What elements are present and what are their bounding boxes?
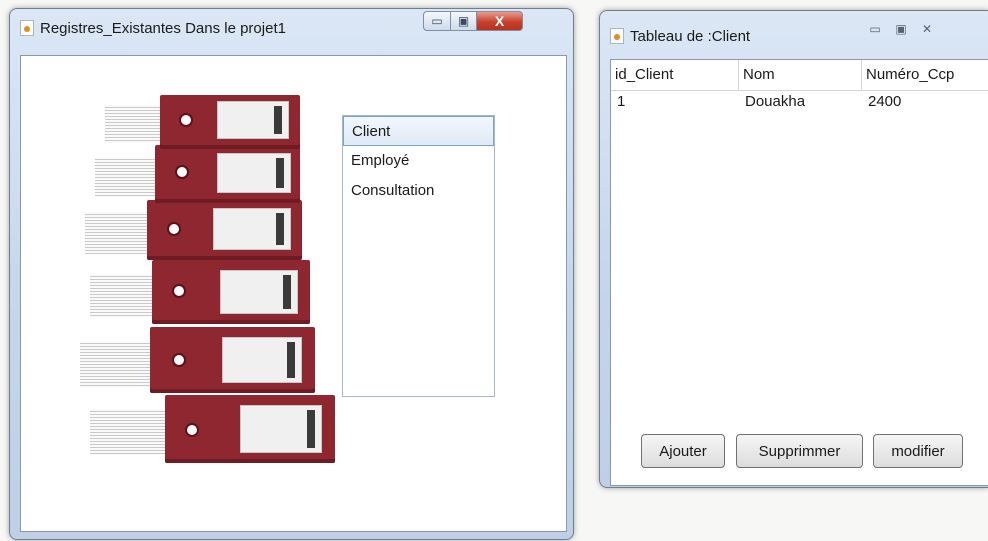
client-table-window[interactable]: Tableau de :Client ▭ ▣ ✕ id_Client Nom N… (599, 10, 988, 488)
window-title: Registres_Existantes Dans le projet1 (40, 19, 286, 37)
table-cell[interactable]: 2400 (862, 90, 988, 114)
maximize-icon: ▣ (457, 14, 470, 28)
window-title: Tableau de :Client (630, 27, 751, 45)
minimize-button[interactable]: ▭ (862, 19, 888, 39)
binders-image (70, 95, 335, 465)
edit-button[interactable]: modifier (873, 434, 963, 468)
list-item-employe[interactable]: Employé (343, 146, 494, 176)
minimize-icon: ▭ (869, 22, 881, 36)
table-header: id_Client Nom Numéro_Ccp (611, 60, 988, 91)
table-row[interactable]: 1 Douakha 2400 (611, 90, 988, 114)
java-app-icon (610, 28, 624, 44)
table-cell[interactable]: Douakha (739, 90, 862, 114)
minimize-button[interactable]: ▭ (423, 11, 451, 31)
delete-button[interactable]: Supprimmer (736, 434, 863, 468)
maximize-button[interactable]: ▣ (451, 11, 477, 31)
maximize-button[interactable]: ▣ (888, 19, 914, 39)
close-button[interactable]: X (477, 11, 523, 31)
close-icon: X (494, 13, 505, 29)
table-cell[interactable]: 1 (611, 90, 739, 114)
column-header[interactable]: id_Client (611, 60, 739, 90)
close-icon: ✕ (921, 22, 933, 36)
maximize-icon: ▣ (895, 22, 907, 36)
column-header[interactable]: Numéro_Ccp (862, 60, 988, 90)
close-button[interactable]: ✕ (914, 19, 940, 39)
registry-list[interactable]: Client Employé Consultation (342, 115, 495, 397)
list-item-consultation[interactable]: Consultation (343, 176, 494, 206)
java-app-icon (20, 20, 34, 36)
add-button[interactable]: Ajouter (641, 434, 725, 468)
minimize-icon: ▭ (431, 14, 443, 28)
list-item-client[interactable]: Client (343, 116, 494, 146)
client-area: id_Client Nom Numéro_Ccp 1 Douakha 2400 … (610, 59, 988, 486)
column-header[interactable]: Nom (739, 60, 862, 90)
